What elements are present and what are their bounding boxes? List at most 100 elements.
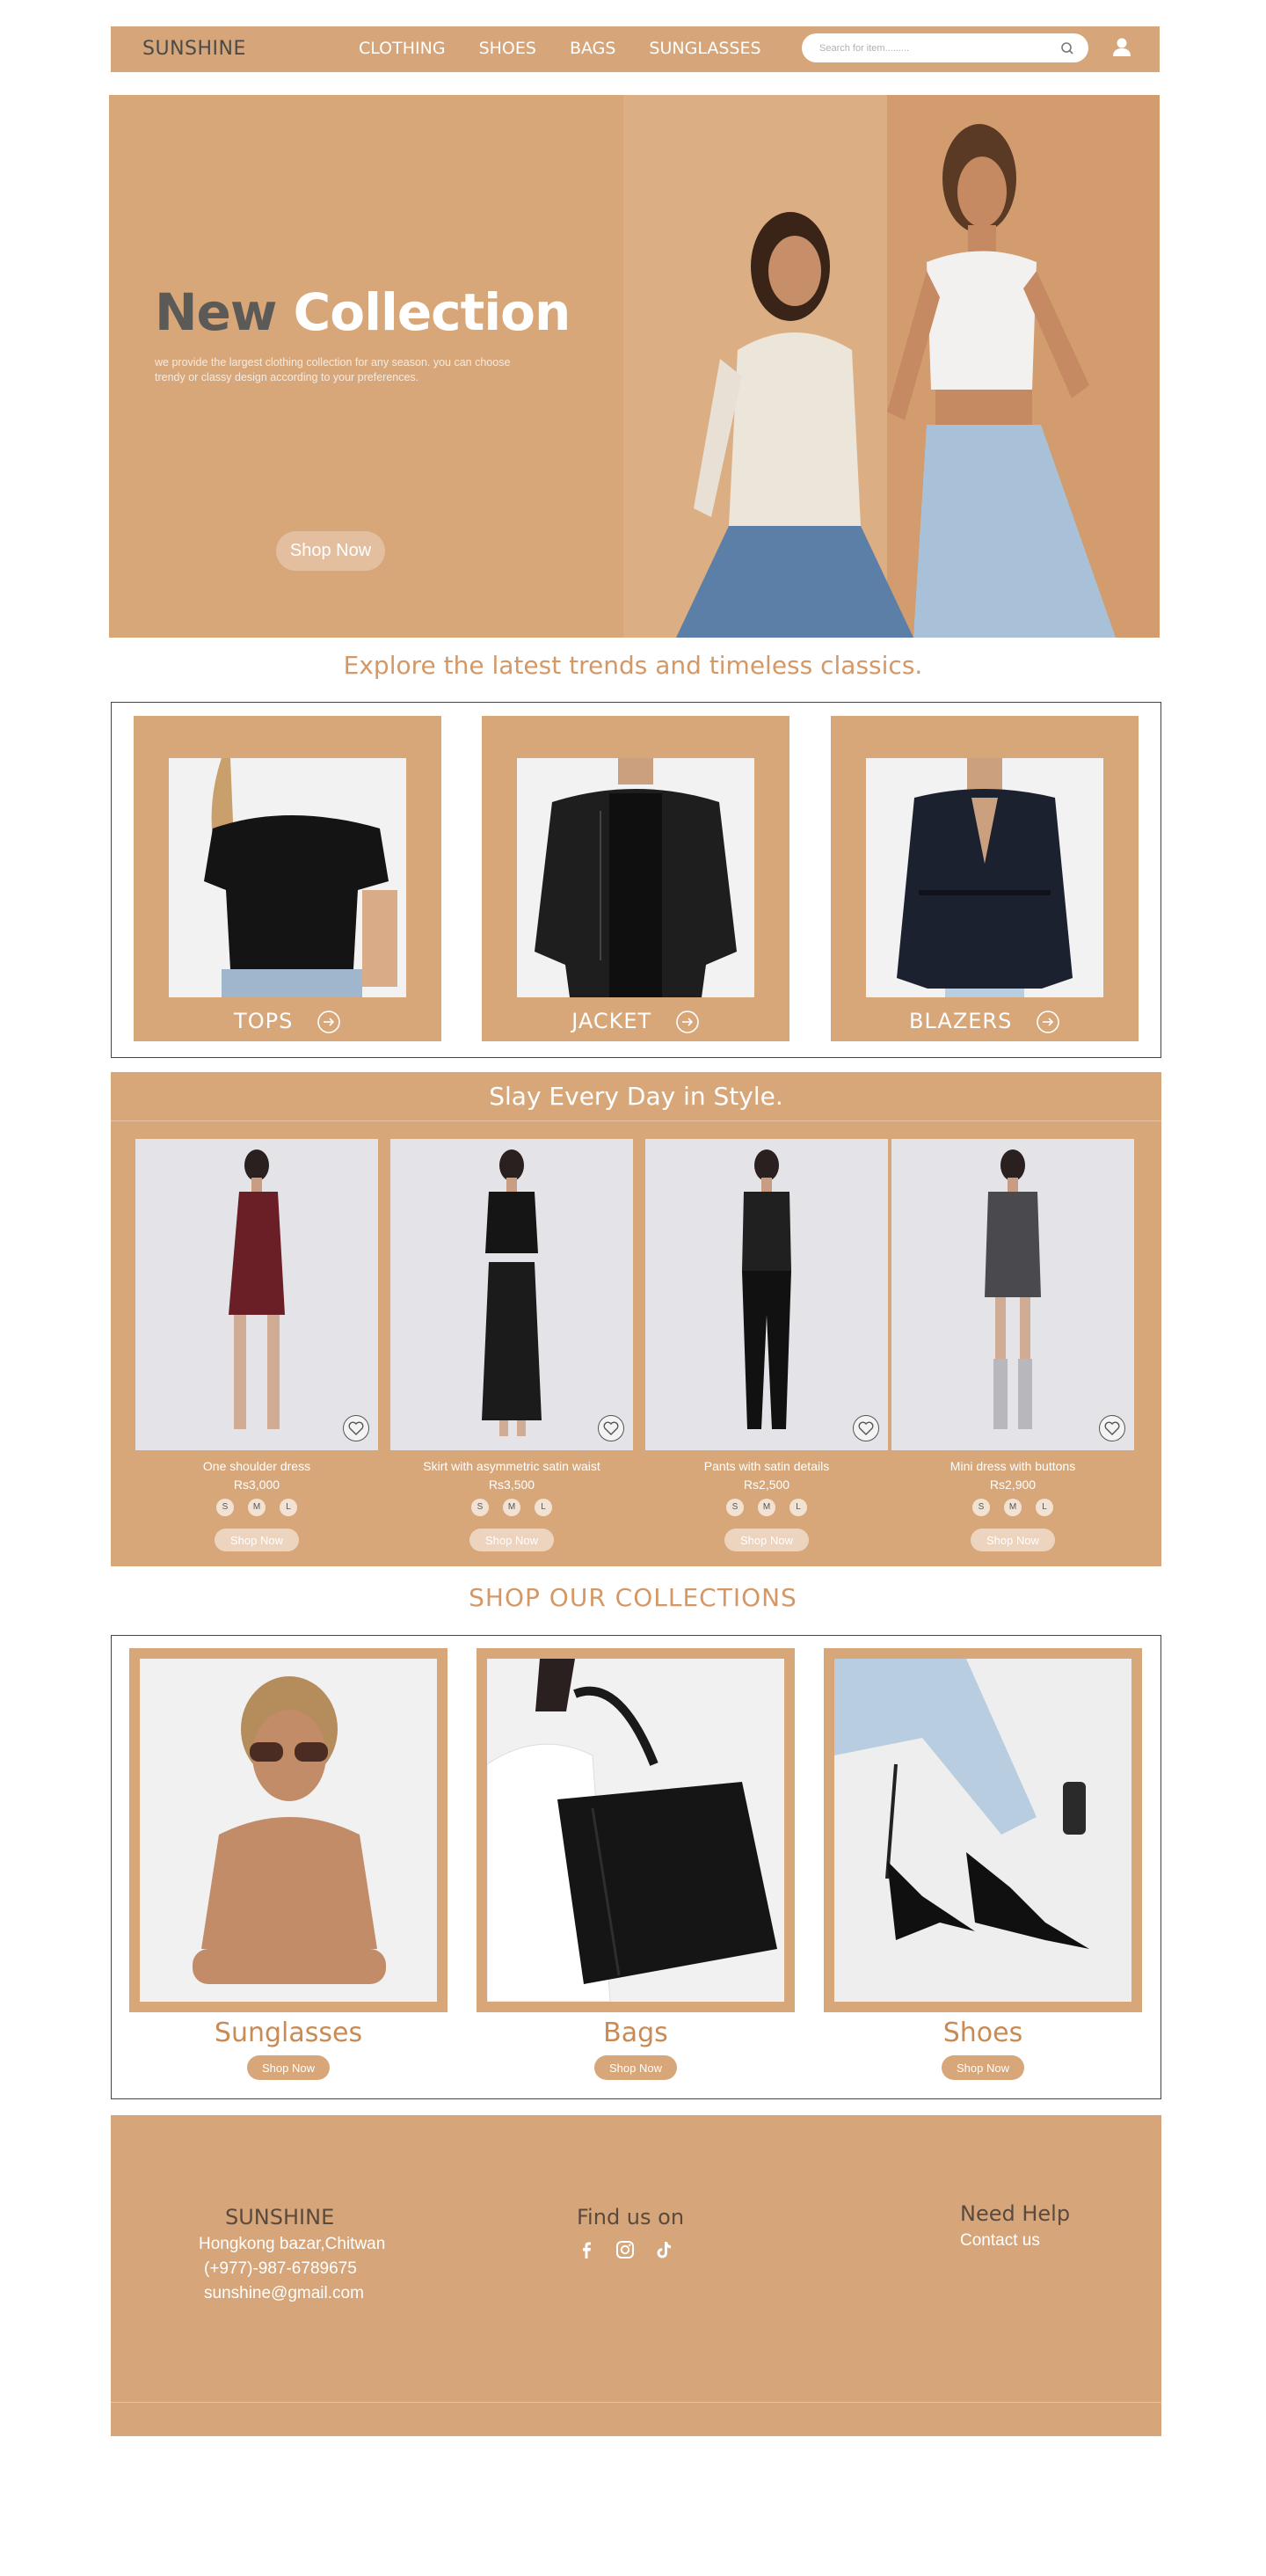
product-name[interactable]: One shoulder dress [135, 1459, 378, 1473]
product-price: Rs2,500 [743, 1478, 790, 1492]
size-m[interactable]: M [1004, 1499, 1022, 1516]
arrow-right-circle-icon[interactable] [675, 1010, 700, 1034]
collection-frame[interactable] [129, 1648, 447, 2012]
footer-need-help: Need Help [960, 2201, 1071, 2226]
product-card: One shoulder dress Rs3,000 S M L Shop No… [135, 1139, 378, 1551]
mini-dress-model-image [985, 1149, 1041, 1429]
size-l[interactable]: L [789, 1499, 807, 1516]
social-links [577, 2240, 684, 2259]
size-m[interactable]: M [758, 1499, 775, 1516]
product-image[interactable] [390, 1139, 633, 1450]
product-card: Mini dress with buttons Rs2,900 S M L Sh… [891, 1139, 1134, 1551]
footer-email[interactable]: sunshine@gmail.com [204, 2284, 385, 2303]
collection-card-sunglasses: Sunglasses Shop Now [129, 1648, 447, 2080]
product-image[interactable] [891, 1139, 1134, 1450]
footer-brand: SUNSHINE [225, 2205, 335, 2229]
footer-help-col: Need Help Contact us [960, 2201, 1070, 2251]
tiktok-icon[interactable] [654, 2240, 673, 2259]
hero-title-collection: Collection [293, 282, 571, 342]
skirt-model-image [482, 1149, 542, 1436]
footer-address: Hongkong bazar,Chitwan [199, 2235, 386, 2253]
hero-title: New Collection [155, 282, 571, 342]
search-bar [802, 33, 1088, 62]
hero-banner: New Collection we provide the largest cl… [109, 95, 1160, 638]
nav-bags[interactable]: BAGS [570, 35, 615, 62]
collection-label: Sunglasses [214, 2018, 363, 2048]
tops-image [169, 758, 406, 997]
category-name-tops: TOPS [234, 1009, 294, 1033]
collection-card-bags: Bags Shop Now [477, 1648, 795, 2080]
facebook-icon[interactable] [577, 2240, 596, 2259]
size-s[interactable]: S [726, 1499, 744, 1516]
user-icon[interactable] [1110, 35, 1134, 60]
size-m[interactable]: M [248, 1499, 266, 1516]
footer-contact-link[interactable]: Contact us [960, 2231, 1070, 2251]
sunglasses-image [140, 1659, 437, 2002]
bags-image [486, 1659, 784, 2003]
collection-frame[interactable] [824, 1648, 1142, 2012]
shop-now-button[interactable]: Shop Now [971, 1529, 1055, 1551]
collections-heading: SHOP OUR COLLECTIONS [469, 1583, 797, 1612]
size-l[interactable]: L [280, 1499, 297, 1516]
product-image[interactable] [135, 1139, 378, 1450]
arrow-right-circle-icon[interactable] [316, 1010, 341, 1034]
size-l[interactable]: L [1036, 1499, 1053, 1516]
footer-phone[interactable]: (+977)-987-6789675 [204, 2259, 385, 2279]
collections-section: Sunglasses Shop Now Bags Shop Now Shoes … [111, 1635, 1161, 2099]
nav-sunglasses[interactable]: SUNGLASSES [649, 35, 760, 62]
product-name[interactable]: Mini dress with buttons [891, 1459, 1134, 1473]
size-s[interactable]: S [972, 1499, 990, 1516]
product-name[interactable]: Pants with satin details [645, 1459, 888, 1473]
category-label-blazers: BLAZERS [831, 1009, 1139, 1034]
hero-title-new: New [155, 282, 277, 342]
search-input[interactable] [802, 33, 1039, 62]
collection-label: Shoes [942, 2018, 1023, 2048]
style-products-section: Slay Every Day in Style. One shoulder dr… [111, 1072, 1161, 1566]
size-options: S M L [645, 1499, 888, 1516]
blazers-image [866, 758, 1103, 997]
category-card-tops[interactable]: TOPS [134, 716, 441, 1041]
shop-now-button[interactable]: Shop Now [215, 1529, 299, 1551]
product-card: Skirt with asymmetric satin waist Rs3,50… [390, 1139, 633, 1551]
shop-now-button[interactable]: Shop Now [942, 2055, 1024, 2080]
category-name-jacket: JACKET [571, 1009, 652, 1033]
shop-now-button[interactable]: Shop Now [247, 2055, 330, 2080]
size-m[interactable]: M [503, 1499, 520, 1516]
top-nav-bar: SUNSHINE CLOTHING SHOES BAGS SUNGLASSES [111, 26, 1160, 72]
category-card-blazers[interactable]: BLAZERS [831, 716, 1139, 1041]
footer-divider [111, 2402, 1161, 2403]
size-options: S M L [891, 1499, 1134, 1516]
search-icon[interactable] [1060, 41, 1074, 55]
shop-now-button[interactable]: Shop Now [469, 1529, 554, 1551]
nav-shoes[interactable]: SHOES [479, 35, 536, 62]
wishlist-heart-icon[interactable] [598, 1415, 624, 1441]
wishlist-heart-icon[interactable] [343, 1415, 369, 1441]
size-l[interactable]: L [535, 1499, 552, 1516]
wishlist-heart-icon[interactable] [853, 1415, 879, 1441]
category-label-jacket: JACKET [482, 1009, 789, 1034]
collection-frame[interactable] [477, 1648, 795, 2012]
shoes-image [834, 1659, 1131, 2002]
size-s[interactable]: S [216, 1499, 234, 1516]
product-price: Rs3,500 [488, 1478, 535, 1492]
tagline: Explore the latest trends and timeless c… [343, 651, 923, 680]
shop-now-button[interactable]: Shop Now [594, 2055, 677, 2080]
category-card-jacket[interactable]: JACKET [482, 716, 789, 1041]
brand-logo[interactable]: SUNSHINE [142, 38, 246, 60]
hero-shop-now-button[interactable]: Shop Now [276, 531, 385, 571]
product-image[interactable] [645, 1139, 888, 1450]
product-name[interactable]: Skirt with asymmetric satin waist [390, 1459, 633, 1473]
collection-label: Bags [603, 2018, 668, 2048]
product-card: Pants with satin details Rs2,500 S M L S… [645, 1139, 888, 1551]
arrow-right-circle-icon[interactable] [1036, 1010, 1060, 1034]
nav-clothing[interactable]: CLOTHING [359, 35, 446, 62]
main-nav: CLOTHING SHOES BAGS SUNGLASSES [359, 35, 795, 62]
size-s[interactable]: S [471, 1499, 489, 1516]
wishlist-heart-icon[interactable] [1099, 1415, 1125, 1441]
section-title: Slay Every Day in Style. [111, 1072, 1161, 1121]
shop-now-button[interactable]: Shop Now [724, 1529, 809, 1551]
size-options: S M L [135, 1499, 378, 1516]
footer-social-col: Find us on [577, 2205, 684, 2259]
product-price: Rs3,000 [233, 1478, 280, 1492]
instagram-icon[interactable] [615, 2240, 635, 2259]
